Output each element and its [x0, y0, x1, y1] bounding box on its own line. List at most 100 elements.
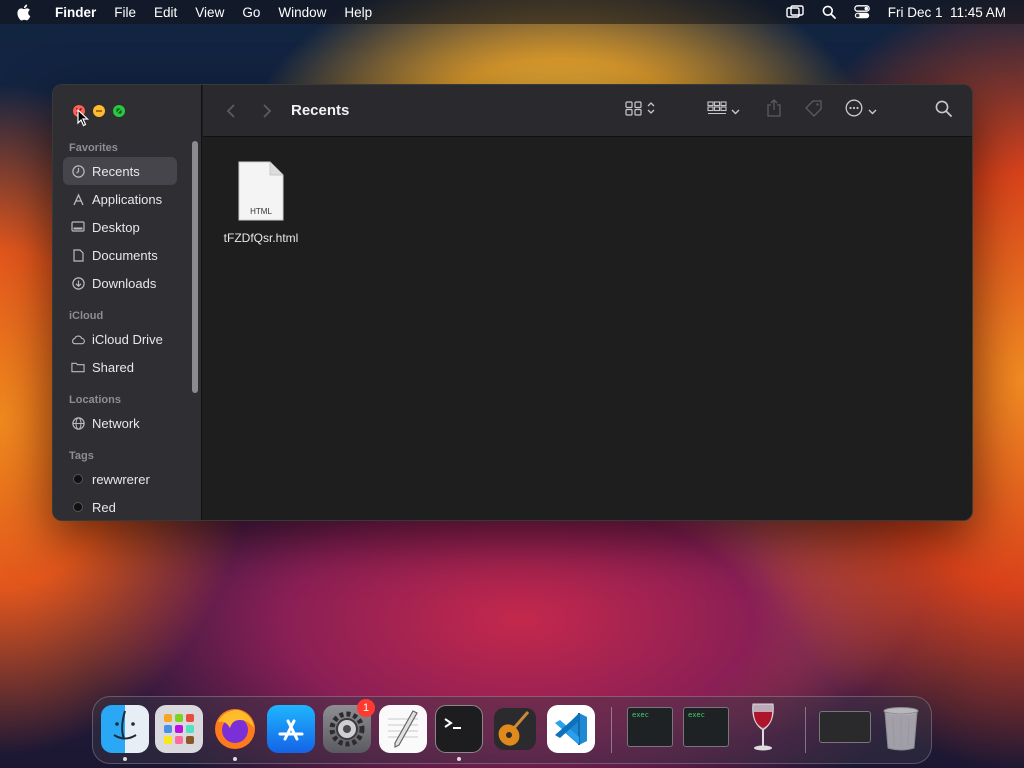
file-item[interactable]: HTML tFZDfQsr.html — [219, 161, 303, 245]
sidebar-item-label: Red — [92, 499, 116, 515]
content-area: Recents HTML tFZDfQsr.html — [203, 85, 972, 520]
sidebar-item-applications[interactable]: Applications — [63, 185, 177, 213]
dock-exec-window-1[interactable]: exec — [625, 705, 675, 753]
dock-app-store[interactable] — [267, 705, 315, 753]
group-by-button[interactable] — [707, 100, 740, 121]
dock-firefox[interactable] — [211, 705, 259, 753]
tag-button[interactable] — [804, 99, 823, 122]
sidebar-header-tags: Tags — [69, 450, 94, 462]
dock-finder[interactable] — [101, 705, 149, 753]
tag-color-dot-icon — [73, 474, 83, 484]
sidebar-item-tag[interactable]: rewwrerer — [63, 465, 177, 493]
menu-view[interactable]: View — [186, 5, 233, 20]
sidebar: Favorites Recents Applications Desktop D… — [53, 85, 202, 520]
screen-mirroring-icon[interactable] — [786, 5, 804, 19]
running-indicator — [457, 757, 461, 761]
sidebar-item-label: Applications — [92, 191, 163, 207]
desktop-icon — [71, 221, 85, 233]
exec-label: exec — [688, 711, 705, 719]
spotlight-search-icon[interactable] — [822, 5, 836, 19]
sidebar-item-recents[interactable]: Recents — [63, 157, 177, 185]
firefox-icon — [215, 709, 255, 749]
dock-garageband[interactable] — [491, 705, 539, 753]
dock-terminal[interactable] — [435, 705, 483, 753]
menu-file[interactable]: File — [105, 5, 145, 20]
share-icon — [766, 99, 782, 122]
terminal-thumbnail-icon: exec — [683, 707, 729, 747]
menu-help[interactable]: Help — [335, 5, 381, 20]
minimize-window-button[interactable] — [93, 105, 105, 117]
dock-launchpad[interactable] — [155, 705, 203, 753]
terminal-thumbnail-icon: exec — [627, 707, 673, 747]
dock-separator — [805, 707, 806, 753]
menu-go[interactable]: Go — [233, 5, 269, 20]
menu-edit[interactable]: Edit — [145, 5, 186, 20]
sidebar-item-network[interactable]: Network — [63, 409, 177, 437]
maximize-window-button[interactable] — [113, 105, 125, 117]
dock-textedit[interactable] — [379, 705, 427, 753]
view-mode-button[interactable] — [625, 100, 655, 121]
launchpad-grid-icon — [164, 714, 194, 744]
sidebar-scrollbar[interactable] — [192, 141, 198, 393]
dock-wine[interactable] — [739, 703, 787, 753]
finder-face-icon — [113, 710, 137, 740]
icon-grid-icon — [625, 100, 642, 121]
chevron-up-down-icon — [647, 101, 655, 120]
chevron-down-icon — [731, 102, 740, 120]
textedit-pen-icon — [388, 710, 418, 748]
control-center-icon[interactable] — [853, 5, 870, 19]
running-indicator — [123, 757, 127, 761]
wine-glass-icon — [752, 703, 774, 751]
html-file-icon: HTML — [238, 161, 284, 221]
sidebar-item-label: Shared — [92, 359, 134, 375]
more-actions-button[interactable] — [845, 99, 877, 122]
shared-folder-icon — [71, 361, 85, 373]
sidebar-item-label: Documents — [92, 247, 158, 263]
sidebar-list: Favorites Recents Applications Desktop D… — [53, 139, 201, 520]
sidebar-header-locations: Locations — [69, 394, 121, 406]
dock: 1 exec exec — [92, 696, 932, 764]
sidebar-header-icloud: iCloud — [69, 310, 104, 322]
tag-icon — [804, 99, 823, 122]
window-thumbnail-icon — [819, 711, 871, 743]
sidebar-header-favorites: Favorites — [69, 142, 118, 154]
dock-trash[interactable] — [877, 705, 925, 753]
apple-menu-icon[interactable] — [0, 4, 46, 21]
trash-icon — [883, 707, 919, 751]
dock-separator — [611, 707, 612, 753]
menu-window[interactable]: Window — [269, 5, 335, 20]
sidebar-item-tag-red[interactable]: Red — [63, 493, 177, 520]
forward-button[interactable] — [259, 103, 275, 119]
sidebar-item-label: iCloud Drive — [92, 331, 163, 347]
dock-minimized-window[interactable] — [817, 705, 873, 753]
globe-icon — [71, 416, 85, 430]
share-button[interactable] — [766, 99, 782, 122]
app-store-icon — [278, 719, 304, 741]
back-button[interactable] — [223, 103, 239, 119]
dock-system-settings[interactable]: 1 — [323, 699, 375, 753]
sidebar-item-documents[interactable]: Documents — [63, 241, 177, 269]
clock-icon — [71, 164, 85, 178]
sidebar-item-label: Desktop — [92, 219, 140, 235]
finder-window: Favorites Recents Applications Desktop D… — [52, 84, 973, 521]
applications-icon — [71, 192, 85, 206]
exec-label: exec — [632, 711, 649, 719]
menu-app-name[interactable]: Finder — [46, 5, 105, 20]
dock-vscode[interactable] — [547, 705, 595, 753]
sidebar-item-desktop[interactable]: Desktop — [63, 213, 177, 241]
search-icon — [935, 100, 952, 122]
search-button[interactable] — [935, 100, 952, 122]
sidebar-item-shared[interactable]: Shared — [63, 353, 177, 381]
sidebar-item-downloads[interactable]: Downloads — [63, 269, 177, 297]
file-type-label: HTML — [250, 207, 272, 216]
cloud-icon — [71, 334, 85, 345]
download-icon — [71, 276, 85, 290]
menubar-clock[interactable]: Fri Dec 1 11:45 AM — [888, 5, 1006, 20]
sidebar-item-label: Downloads — [92, 275, 157, 291]
sidebar-item-icloud-drive[interactable]: iCloud Drive — [63, 325, 177, 353]
tag-color-dot-icon — [73, 502, 83, 512]
ellipsis-circle-icon — [845, 99, 863, 122]
window-title: Recents — [291, 102, 350, 119]
dock-exec-window-2[interactable]: exec — [681, 705, 731, 753]
terminal-prompt-icon — [444, 718, 461, 729]
